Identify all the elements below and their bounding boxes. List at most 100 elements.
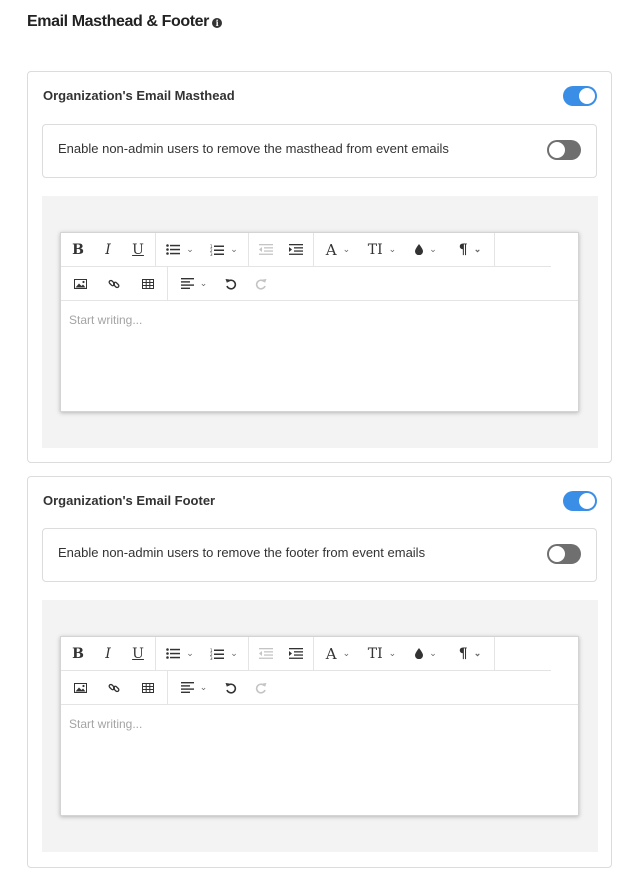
align-button[interactable]: ⌄: [172, 671, 216, 705]
toolbar-row-2: ⌄: [61, 670, 578, 705]
toolbar-row-1: B I U ⌄ 123 ⌄ A ⌄ TI ⌄ ⌄ ¶ ⌄: [61, 636, 551, 671]
redo-icon: [255, 278, 267, 290]
masthead-editor[interactable]: B I U ⌄ 123 ⌄ A ⌄ TI ⌄ ⌄ ¶ ⌄ ⌄ Start wri…: [60, 232, 579, 412]
insert-image-button[interactable]: [63, 267, 97, 301]
underline-button[interactable]: U: [123, 233, 153, 267]
chevron-down-icon: ⌄: [342, 244, 351, 255]
masthead-card: Organization's Email Masthead Enable non…: [27, 71, 612, 463]
numbered-list-button[interactable]: 123 ⌄: [202, 637, 246, 671]
toolbar-row-1: B I U ⌄ 123 ⌄ A ⌄ TI ⌄ ⌄ ¶ ⌄: [61, 232, 551, 267]
chevron-down-icon: ⌄: [429, 244, 437, 254]
font-family-button[interactable]: A ⌄: [316, 637, 360, 671]
masthead-title: Organization's Email Masthead: [43, 88, 235, 103]
chevron-down-icon: ⌄: [199, 682, 208, 692]
paragraph-button[interactable]: ¶ ⌄: [448, 233, 492, 267]
align-left-icon: [180, 278, 194, 289]
insert-image-button[interactable]: [63, 671, 97, 705]
masthead-option-box: Enable non-admin users to remove the mas…: [42, 124, 597, 178]
text-color-icon: [415, 244, 424, 255]
svg-text:3: 3: [210, 252, 213, 256]
chevron-down-icon: ⌄: [230, 648, 238, 658]
chevron-down-icon: ⌄: [199, 278, 208, 288]
footer-enable-toggle[interactable]: [563, 491, 597, 511]
page-title-text: Email Masthead & Footer: [27, 13, 209, 30]
font-size-icon: TI: [367, 241, 383, 258]
align-button[interactable]: ⌄: [172, 267, 216, 301]
toolbar-row-2: ⌄: [61, 266, 578, 301]
indent-button[interactable]: [281, 233, 311, 267]
font-size-icon: TI: [367, 645, 383, 662]
paragraph-icon: ¶: [458, 645, 468, 662]
table-icon: [142, 682, 154, 693]
bullet-list-button[interactable]: ⌄: [158, 637, 202, 671]
insert-table-button[interactable]: [131, 267, 165, 301]
undo-button[interactable]: [216, 267, 246, 301]
footer-remove-toggle[interactable]: [547, 544, 581, 564]
insert-table-button[interactable]: [131, 671, 165, 705]
toolbar-group-format: ⌄: [168, 671, 276, 705]
underline-button[interactable]: U: [123, 637, 153, 671]
toolbar-group-format: ⌄: [168, 267, 276, 301]
bullet-list-icon: [166, 244, 181, 255]
font-family-button[interactable]: A ⌄: [316, 233, 360, 267]
chevron-down-icon: ⌄: [186, 244, 194, 254]
outdent-icon: [259, 648, 273, 659]
undo-icon: [225, 682, 237, 694]
footer-option-label: Enable non-admin users to remove the foo…: [58, 545, 426, 560]
toolbar-group-font: A ⌄ TI ⌄ ⌄ ¶ ⌄: [314, 232, 495, 267]
numbered-list-icon: 123: [210, 648, 225, 660]
bullet-list-button[interactable]: ⌄: [158, 233, 202, 267]
bold-button[interactable]: B: [63, 233, 93, 267]
footer-editor-area: B I U ⌄ 123 ⌄ A ⌄ TI ⌄ ⌄ ¶ ⌄ ⌄ Start wri…: [42, 600, 598, 852]
outdent-button[interactable]: [251, 233, 281, 267]
toolbar-group-font: A ⌄ TI ⌄ ⌄ ¶ ⌄: [314, 636, 495, 671]
undo-icon: [225, 278, 237, 290]
text-color-button[interactable]: ⌄: [404, 637, 448, 671]
toolbar-group-lists: ⌄ 123 ⌄: [156, 232, 249, 267]
toolbar-group-insert: [61, 670, 168, 705]
masthead-enable-toggle[interactable]: [563, 86, 597, 106]
redo-button[interactable]: [246, 267, 276, 301]
toolbar-group-text-style: B I U: [61, 232, 156, 267]
toggle-knob: [549, 546, 565, 562]
chevron-down-icon: ⌄: [186, 648, 194, 658]
toolbar-group-indent: [249, 636, 314, 671]
image-icon: [73, 278, 87, 289]
paragraph-button[interactable]: ¶ ⌄: [448, 637, 492, 671]
italic-button[interactable]: I: [93, 637, 123, 671]
masthead-remove-toggle[interactable]: [547, 140, 581, 160]
text-color-icon: [415, 648, 424, 659]
toggle-knob: [579, 88, 595, 104]
link-icon: [108, 683, 120, 692]
table-icon: [142, 278, 154, 289]
chevron-down-icon: ⌄: [388, 244, 397, 255]
text-color-button[interactable]: ⌄: [404, 233, 448, 267]
paragraph-icon: ¶: [458, 241, 468, 258]
redo-button[interactable]: [246, 671, 276, 705]
footer-editor[interactable]: B I U ⌄ 123 ⌄ A ⌄ TI ⌄ ⌄ ¶ ⌄ ⌄ Start wri…: [60, 636, 579, 816]
footer-editor-placeholder: Start writing...: [69, 717, 143, 731]
svg-text:3: 3: [210, 656, 213, 660]
toolbar-group-insert: [61, 266, 168, 301]
page-title: Email Masthead & Footer i: [27, 11, 222, 33]
info-icon[interactable]: i: [211, 18, 222, 28]
bullet-list-icon: [166, 648, 181, 659]
numbered-list-button[interactable]: 123 ⌄: [202, 233, 246, 267]
indent-button[interactable]: [281, 637, 311, 671]
outdent-button[interactable]: [251, 637, 281, 671]
bold-button[interactable]: B: [63, 637, 93, 671]
outdent-icon: [259, 244, 273, 255]
undo-button[interactable]: [216, 671, 246, 705]
link-icon: [108, 279, 120, 288]
font-family-icon: A: [325, 644, 337, 663]
font-size-button[interactable]: TI ⌄: [360, 637, 404, 671]
font-size-button[interactable]: TI ⌄: [360, 233, 404, 267]
chevron-down-icon: ⌄: [388, 648, 397, 659]
masthead-option-label: Enable non-admin users to remove the mas…: [58, 141, 449, 156]
insert-link-button[interactable]: [97, 671, 131, 705]
italic-button[interactable]: I: [93, 233, 123, 267]
align-left-icon: [180, 682, 194, 693]
toggle-knob: [579, 493, 595, 509]
indent-icon: [289, 244, 303, 255]
insert-link-button[interactable]: [97, 267, 131, 301]
